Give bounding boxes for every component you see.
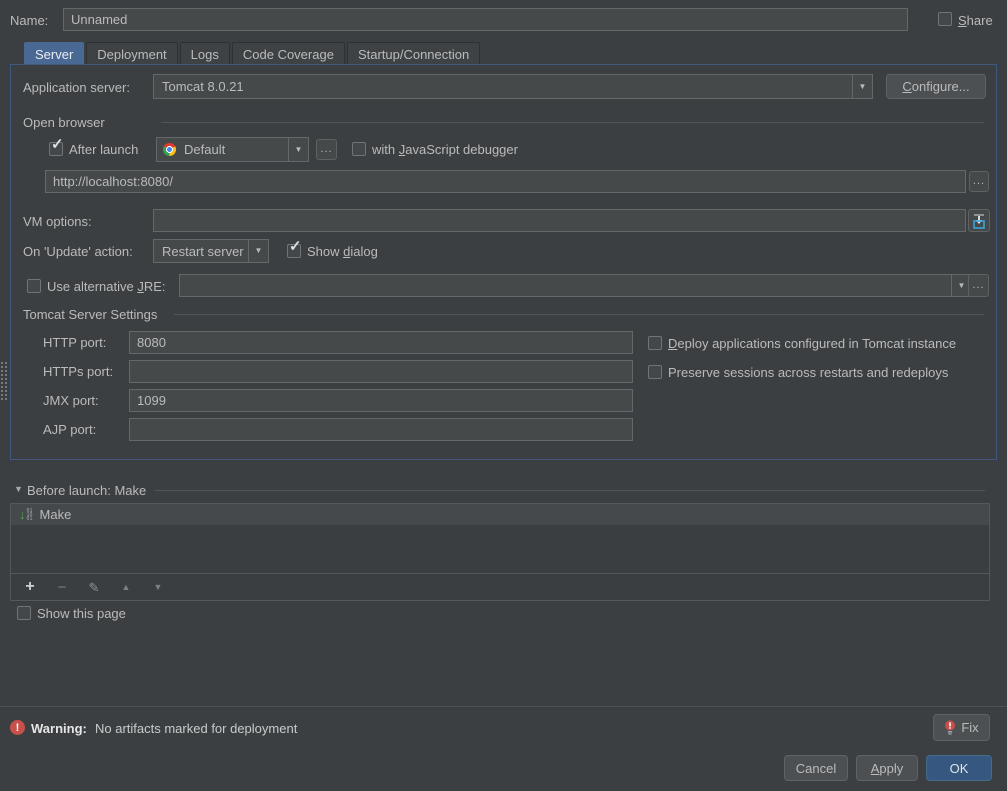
after-launch-label[interactable]: After launch [69,142,138,157]
splitter-drag-handle[interactable] [1,362,7,400]
startup-url-input[interactable] [45,170,966,193]
application-server-combobox[interactable]: Tomcat 8.0.21 ▼ [153,74,873,99]
warning-label: Warning: [31,721,87,736]
ajp-port-label: AJP port: [43,422,96,437]
move-down-icon[interactable]: ▼ [151,583,165,592]
expand-field-button[interactable] [968,209,990,232]
group-separator [161,122,984,123]
application-server-label: Application server: [23,80,130,95]
edit-icon[interactable]: ✎ [87,581,101,594]
group-separator [174,314,984,315]
configure-button[interactable]: Configure... [886,74,986,99]
browser-more-button[interactable]: ... [316,139,337,160]
footer-separator [0,706,1007,707]
update-action-combobox[interactable]: Restart server ▼ [153,239,269,263]
open-browser-group-label: Open browser [23,115,105,130]
preserve-sessions-label[interactable]: Preserve sessions across restarts and re… [668,365,948,380]
name-input[interactable] [63,8,908,31]
after-launch-checkbox[interactable]: ✓ [49,142,63,156]
ajp-port-input[interactable] [129,418,633,441]
fix-button[interactable]: Fix [933,714,990,741]
deploy-applications-label[interactable]: Deploy applications configured in Tomcat… [668,336,956,351]
show-dialog-checkbox[interactable]: ✓ [287,244,301,258]
https-port-input[interactable] [129,360,633,383]
ellipsis-icon: ... [972,280,984,291]
list-item-make[interactable]: ↓ 01 10 01 Make [11,504,989,525]
quickfix-bulb-icon [944,720,956,736]
js-debugger-checkbox[interactable] [352,142,366,156]
vm-options-label: VM options: [23,214,92,229]
ellipsis-icon: ... [973,176,985,187]
warning-text: No artifacts marked for deployment [95,721,297,736]
https-port-label: HTTPs port: [43,364,113,379]
warning-icon: ! [10,720,25,735]
show-this-page-checkbox[interactable] [17,606,31,620]
run-debug-configuration-dialog: Name: Share Server Deployment Logs Code … [0,0,1007,791]
alternative-jre-label[interactable]: Use alternative JRE: [47,279,166,294]
server-tab-panel: Application server: Tomcat 8.0.21 ▼ Conf… [10,64,997,460]
before-launch-header[interactable]: Before launch: Make [27,483,146,498]
jre-browse-button[interactable]: ... [968,274,989,297]
move-up-icon[interactable]: ▲ [119,583,133,592]
jmx-port-label: JMX port: [43,393,99,408]
show-this-page-label[interactable]: Show this page [37,606,126,621]
check-icon: ✓ [289,237,302,255]
apply-button[interactable]: Apply [856,755,918,781]
chevron-down-icon[interactable]: ▼ [288,138,308,161]
ellipsis-icon: ... [320,144,332,155]
chevron-down-icon[interactable]: ▼ [852,75,872,98]
check-icon: ✓ [51,135,64,153]
http-port-label: HTTP port: [43,335,106,350]
add-icon[interactable]: + [23,579,37,595]
before-launch-toolbar: + − ✎ ▲ ▼ [11,573,989,600]
show-dialog-label[interactable]: Show dialog [307,244,378,259]
cancel-button[interactable]: Cancel [784,755,848,781]
remove-icon[interactable]: − [55,580,69,595]
expand-field-icon [971,213,987,229]
before-launch-list[interactable]: ↓ 01 10 01 Make [11,504,989,573]
url-more-button[interactable]: ... [969,171,989,192]
ok-button[interactable]: OK [926,755,992,781]
vm-options-input[interactable] [153,209,966,232]
collapse-arrow-icon[interactable]: ▼ [14,484,23,494]
share-label[interactable]: Share [958,13,993,28]
before-launch-listbox: ↓ 01 10 01 Make + − ✎ ▲ ▼ [10,503,990,601]
update-action-label: On 'Update' action: [23,244,133,259]
preserve-sessions-checkbox[interactable] [648,365,662,379]
list-item-label: Make [40,507,72,522]
chevron-down-icon[interactable]: ▼ [248,240,268,262]
deploy-applications-checkbox[interactable] [648,336,662,350]
js-debugger-label[interactable]: with JavaScript debugger [372,142,518,157]
http-port-input[interactable] [129,331,633,354]
alternative-jre-checkbox[interactable] [27,279,41,293]
tomcat-settings-group-label: Tomcat Server Settings [23,307,157,322]
jmx-port-input[interactable] [129,389,633,412]
alternative-jre-combobox[interactable]: ▼ [179,274,972,297]
group-separator [155,490,985,491]
chrome-browser-icon [163,143,176,156]
share-checkbox[interactable] [938,12,952,26]
make-icon: ↓ 01 10 01 [19,508,33,521]
name-label: Name: [10,13,48,28]
browser-combobox[interactable]: Default ▼ [156,137,309,162]
